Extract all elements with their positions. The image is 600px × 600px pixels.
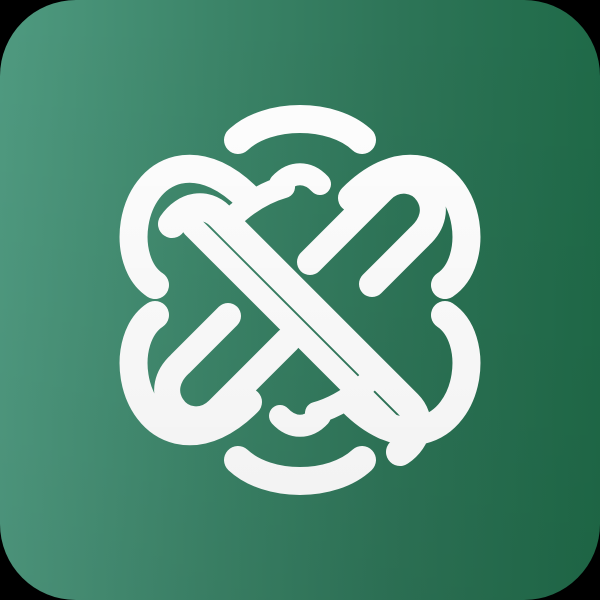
screen <box>0 0 600 600</box>
top-arc-outer <box>224 105 376 154</box>
celtic-knot-icon <box>119 105 481 495</box>
bottom-arc-outer <box>224 446 376 495</box>
app-icon-tile[interactable] <box>0 0 600 600</box>
